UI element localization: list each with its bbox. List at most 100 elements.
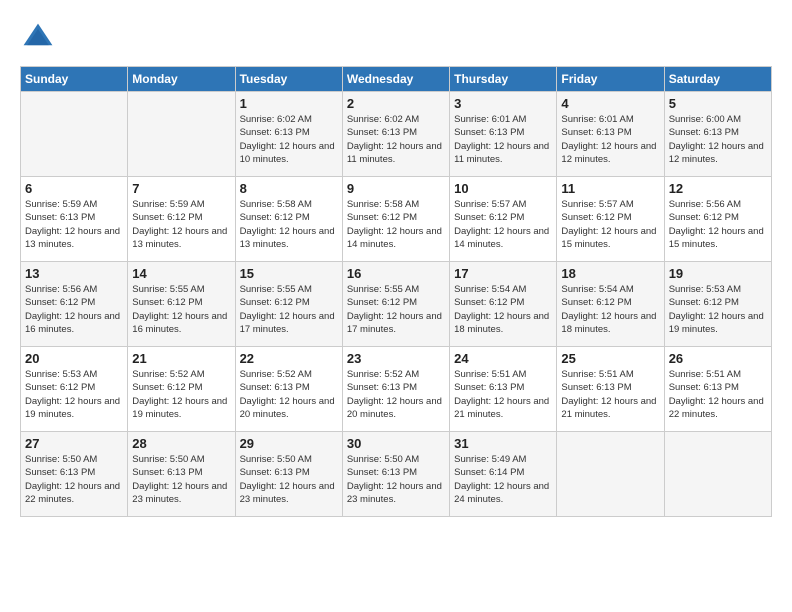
calendar-cell: 7 Sunrise: 5:59 AM Sunset: 6:12 PM Daylig…: [128, 177, 235, 262]
day-detail: Sunrise: 5:57 AM Sunset: 6:12 PM Dayligh…: [561, 198, 659, 251]
day-number: 16: [347, 266, 445, 281]
week-row-5: 27 Sunrise: 5:50 AM Sunset: 6:13 PM Dayli…: [21, 432, 772, 517]
day-number: 27: [25, 436, 123, 451]
calendar-cell: 5 Sunrise: 6:00 AM Sunset: 6:13 PM Daylig…: [664, 92, 771, 177]
day-detail: Sunrise: 5:51 AM Sunset: 6:13 PM Dayligh…: [561, 368, 659, 421]
header-row: SundayMondayTuesdayWednesdayThursdayFrid…: [21, 67, 772, 92]
day-number: 22: [240, 351, 338, 366]
day-detail: Sunrise: 5:54 AM Sunset: 6:12 PM Dayligh…: [561, 283, 659, 336]
day-number: 20: [25, 351, 123, 366]
day-number: 2: [347, 96, 445, 111]
day-detail: Sunrise: 6:01 AM Sunset: 6:13 PM Dayligh…: [454, 113, 552, 166]
day-number: 14: [132, 266, 230, 281]
calendar-cell: 26Sunrise: 5:51 AM Sunset: 6:13 PM Dayli…: [664, 347, 771, 432]
calendar-cell: 24 Sunrise: 5:51 AM Sunset: 6:13 PM Dayli…: [450, 347, 557, 432]
day-detail: Sunrise: 5:59 AM Sunset: 6:12 PM Dayligh…: [132, 198, 230, 251]
header-cell-saturday: Saturday: [664, 67, 771, 92]
logo-icon: [20, 20, 56, 56]
calendar-cell: 16 Sunrise: 5:55 AM Sunset: 6:12 PM Dayli…: [342, 262, 449, 347]
day-detail: Sunrise: 5:50 AM Sunset: 6:13 PM Dayligh…: [25, 453, 123, 506]
day-number: 7: [132, 181, 230, 196]
calendar-cell: 23 Sunrise: 5:52 AM Sunset: 6:13 PM Dayli…: [342, 347, 449, 432]
calendar-cell: [557, 432, 664, 517]
header-cell-tuesday: Tuesday: [235, 67, 342, 92]
week-row-2: 6 Sunrise: 5:59 AM Sunset: 6:13 PM Daylig…: [21, 177, 772, 262]
day-detail: Sunrise: 5:50 AM Sunset: 6:13 PM Dayligh…: [347, 453, 445, 506]
day-number: 4: [561, 96, 659, 111]
day-number: 24: [454, 351, 552, 366]
calendar-cell: 11 Sunrise: 5:57 AM Sunset: 6:12 PM Dayli…: [557, 177, 664, 262]
calendar-cell: [664, 432, 771, 517]
calendar-cell: 3 Sunrise: 6:01 AM Sunset: 6:13 PM Daylig…: [450, 92, 557, 177]
calendar-cell: 1 Sunrise: 6:02 AM Sunset: 6:13 PM Daylig…: [235, 92, 342, 177]
calendar-cell: 10 Sunrise: 5:57 AM Sunset: 6:12 PM Dayli…: [450, 177, 557, 262]
day-detail: Sunrise: 5:55 AM Sunset: 6:12 PM Dayligh…: [347, 283, 445, 336]
day-number: 25: [561, 351, 659, 366]
day-number: 13: [25, 266, 123, 281]
header-cell-friday: Friday: [557, 67, 664, 92]
day-number: 19: [669, 266, 767, 281]
day-detail: Sunrise: 6:02 AM Sunset: 6:13 PM Dayligh…: [240, 113, 338, 166]
day-number: 26: [669, 351, 767, 366]
day-number: 10: [454, 181, 552, 196]
day-detail: Sunrise: 6:02 AM Sunset: 6:13 PM Dayligh…: [347, 113, 445, 166]
day-detail: Sunrise: 5:51 AM Sunset: 6:13 PM Dayligh…: [454, 368, 552, 421]
day-number: 6: [25, 181, 123, 196]
day-number: 17: [454, 266, 552, 281]
calendar-cell: 4 Sunrise: 6:01 AM Sunset: 6:13 PM Daylig…: [557, 92, 664, 177]
day-number: 15: [240, 266, 338, 281]
calendar-cell: 27 Sunrise: 5:50 AM Sunset: 6:13 PM Dayli…: [21, 432, 128, 517]
calendar-cell: [21, 92, 128, 177]
day-detail: Sunrise: 6:00 AM Sunset: 6:13 PM Dayligh…: [669, 113, 767, 166]
day-detail: Sunrise: 5:56 AM Sunset: 6:12 PM Dayligh…: [25, 283, 123, 336]
day-number: 23: [347, 351, 445, 366]
header-cell-thursday: Thursday: [450, 67, 557, 92]
day-number: 29: [240, 436, 338, 451]
calendar-cell: 18 Sunrise: 5:54 AM Sunset: 6:12 PM Dayli…: [557, 262, 664, 347]
calendar-cell: 29 Sunrise: 5:50 AM Sunset: 6:13 PM Dayli…: [235, 432, 342, 517]
calendar-cell: 19 Sunrise: 5:53 AM Sunset: 6:12 PM Dayli…: [664, 262, 771, 347]
day-number: 21: [132, 351, 230, 366]
day-detail: Sunrise: 5:50 AM Sunset: 6:13 PM Dayligh…: [240, 453, 338, 506]
day-detail: Sunrise: 5:58 AM Sunset: 6:12 PM Dayligh…: [240, 198, 338, 251]
week-row-3: 13 Sunrise: 5:56 AM Sunset: 6:12 PM Dayli…: [21, 262, 772, 347]
day-detail: Sunrise: 5:53 AM Sunset: 6:12 PM Dayligh…: [669, 283, 767, 336]
day-number: 31: [454, 436, 552, 451]
header-cell-wednesday: Wednesday: [342, 67, 449, 92]
calendar-cell: 22 Sunrise: 5:52 AM Sunset: 6:13 PM Dayli…: [235, 347, 342, 432]
day-detail: Sunrise: 5:55 AM Sunset: 6:12 PM Dayligh…: [240, 283, 338, 336]
logo: [20, 20, 62, 56]
day-detail: Sunrise: 5:57 AM Sunset: 6:12 PM Dayligh…: [454, 198, 552, 251]
calendar-cell: 21 Sunrise: 5:52 AM Sunset: 6:12 PM Dayli…: [128, 347, 235, 432]
day-detail: Sunrise: 5:55 AM Sunset: 6:12 PM Dayligh…: [132, 283, 230, 336]
day-detail: Sunrise: 5:52 AM Sunset: 6:13 PM Dayligh…: [347, 368, 445, 421]
calendar-cell: 25 Sunrise: 5:51 AM Sunset: 6:13 PM Dayli…: [557, 347, 664, 432]
header-cell-sunday: Sunday: [21, 67, 128, 92]
day-detail: Sunrise: 5:49 AM Sunset: 6:14 PM Dayligh…: [454, 453, 552, 506]
day-number: 3: [454, 96, 552, 111]
calendar-cell: [128, 92, 235, 177]
day-detail: Sunrise: 6:01 AM Sunset: 6:13 PM Dayligh…: [561, 113, 659, 166]
calendar-table: SundayMondayTuesdayWednesdayThursdayFrid…: [20, 66, 772, 517]
day-detail: Sunrise: 5:54 AM Sunset: 6:12 PM Dayligh…: [454, 283, 552, 336]
day-number: 28: [132, 436, 230, 451]
calendar-cell: 8 Sunrise: 5:58 AM Sunset: 6:12 PM Daylig…: [235, 177, 342, 262]
calendar-cell: 13 Sunrise: 5:56 AM Sunset: 6:12 PM Dayli…: [21, 262, 128, 347]
day-number: 1: [240, 96, 338, 111]
day-number: 18: [561, 266, 659, 281]
day-number: 8: [240, 181, 338, 196]
day-detail: Sunrise: 5:53 AM Sunset: 6:12 PM Dayligh…: [25, 368, 123, 421]
calendar-cell: 14 Sunrise: 5:55 AM Sunset: 6:12 PM Dayli…: [128, 262, 235, 347]
day-number: 5: [669, 96, 767, 111]
day-detail: Sunrise: 5:52 AM Sunset: 6:12 PM Dayligh…: [132, 368, 230, 421]
day-detail: Sunrise: 5:52 AM Sunset: 6:13 PM Dayligh…: [240, 368, 338, 421]
day-detail: Sunrise: 5:59 AM Sunset: 6:13 PM Dayligh…: [25, 198, 123, 251]
page-header: [20, 20, 772, 56]
calendar-cell: 12Sunrise: 5:56 AM Sunset: 6:12 PM Dayli…: [664, 177, 771, 262]
calendar-cell: 15 Sunrise: 5:55 AM Sunset: 6:12 PM Dayli…: [235, 262, 342, 347]
calendar-cell: 2 Sunrise: 6:02 AM Sunset: 6:13 PM Daylig…: [342, 92, 449, 177]
day-number: 9: [347, 181, 445, 196]
day-number: 11: [561, 181, 659, 196]
week-row-1: 1 Sunrise: 6:02 AM Sunset: 6:13 PM Daylig…: [21, 92, 772, 177]
calendar-cell: 20 Sunrise: 5:53 AM Sunset: 6:12 PM Dayli…: [21, 347, 128, 432]
